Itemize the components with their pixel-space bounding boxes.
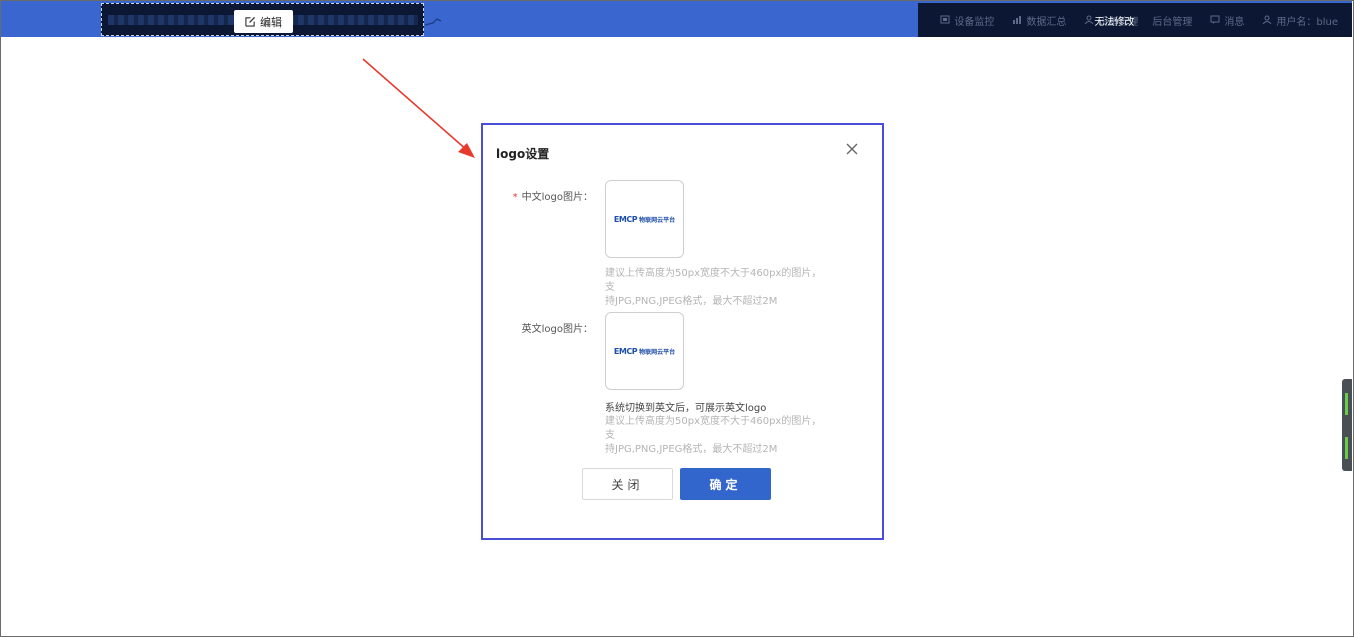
side-scroll-widget[interactable] xyxy=(1342,379,1352,471)
monitor-icon xyxy=(940,15,950,24)
cn-logo-uploader[interactable]: EMCP 物联网云平台 xyxy=(605,180,684,258)
edit-logo-button[interactable]: 编辑 xyxy=(234,10,293,33)
nav-item-data-summary[interactable]: 数据汇总 xyxy=(1012,13,1066,28)
message-icon xyxy=(1210,15,1220,24)
side-widget-indicator xyxy=(1345,437,1348,459)
nav-item-admin[interactable]: 后台管理 xyxy=(1152,13,1192,28)
readonly-overlay-text: 无法修改 xyxy=(1094,16,1135,28)
logo-settings-dialog: logo设置 * 中文logo图片： EMCP 物联网云平台 建议上传高度为50p… xyxy=(481,123,884,540)
top-nav-menu: 设备监控 数据汇总 设备管理 无法修改 后台管理 消息 用户名：blue xyxy=(918,3,1352,37)
en-logo-label: 英文logo图片： xyxy=(521,324,593,335)
cn-logo-label: * 中文logo图片： xyxy=(512,192,593,203)
nav-item-user[interactable]: 用户名：blue xyxy=(1262,13,1338,28)
annotation-arrow-icon xyxy=(362,58,475,158)
chart-icon xyxy=(1013,16,1022,24)
confirm-button[interactable]: 确定 xyxy=(680,468,771,500)
nav-item-device-monitor[interactable]: 设备监控 xyxy=(940,13,994,28)
cn-logo-thumbnail: EMCP 物联网云平台 xyxy=(613,214,676,224)
required-mark: * xyxy=(512,192,518,203)
side-widget-indicator xyxy=(1345,393,1348,415)
cn-logo-hint: 建议上传高度为50px宽度不大于460px的图片，支 持JPG,PNG,JPEG… xyxy=(605,268,822,307)
nav-item-messages[interactable]: 消息 xyxy=(1210,13,1244,28)
nav-item-device-manage[interactable]: 设备管理 无法修改 xyxy=(1084,13,1138,28)
en-logo-hint: 建议上传高度为50px宽度不大于460px的图片，支 持JPG,PNG,JPEG… xyxy=(605,416,822,455)
top-navbar: 编辑 设备监控 数据汇总 设备管理 无法修改 后台管理 消息 用户名：blue xyxy=(1,1,1352,37)
dialog-title: logo设置 xyxy=(496,147,550,161)
logo-edit-area[interactable]: 编辑 xyxy=(101,3,424,36)
user-icon xyxy=(1262,15,1272,25)
en-logo-note: 系统切换到英文后，可展示英文logo xyxy=(605,403,767,414)
user-icon xyxy=(1084,15,1094,25)
edit-icon xyxy=(245,16,256,27)
en-logo-uploader[interactable]: EMCP 物联网云平台 xyxy=(605,312,684,390)
logo-tail-icon xyxy=(425,18,442,26)
close-button[interactable]: 关闭 xyxy=(582,468,673,500)
en-logo-thumbnail: EMCP 物联网云平台 xyxy=(613,346,676,356)
close-icon[interactable] xyxy=(845,142,859,156)
edit-button-label: 编辑 xyxy=(260,15,282,29)
